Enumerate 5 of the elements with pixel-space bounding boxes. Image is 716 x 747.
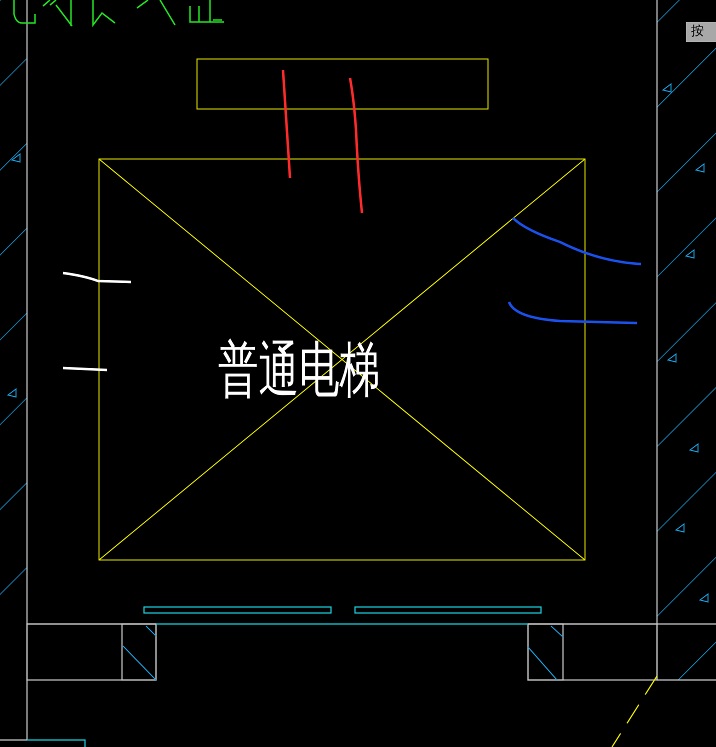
corner-line — [27, 739, 86, 747]
markup-stroke — [62, 272, 132, 284]
markup-stroke — [62, 366, 108, 372]
dashed-guide-line — [612, 676, 658, 747]
tooltip: 按 — [686, 22, 716, 42]
